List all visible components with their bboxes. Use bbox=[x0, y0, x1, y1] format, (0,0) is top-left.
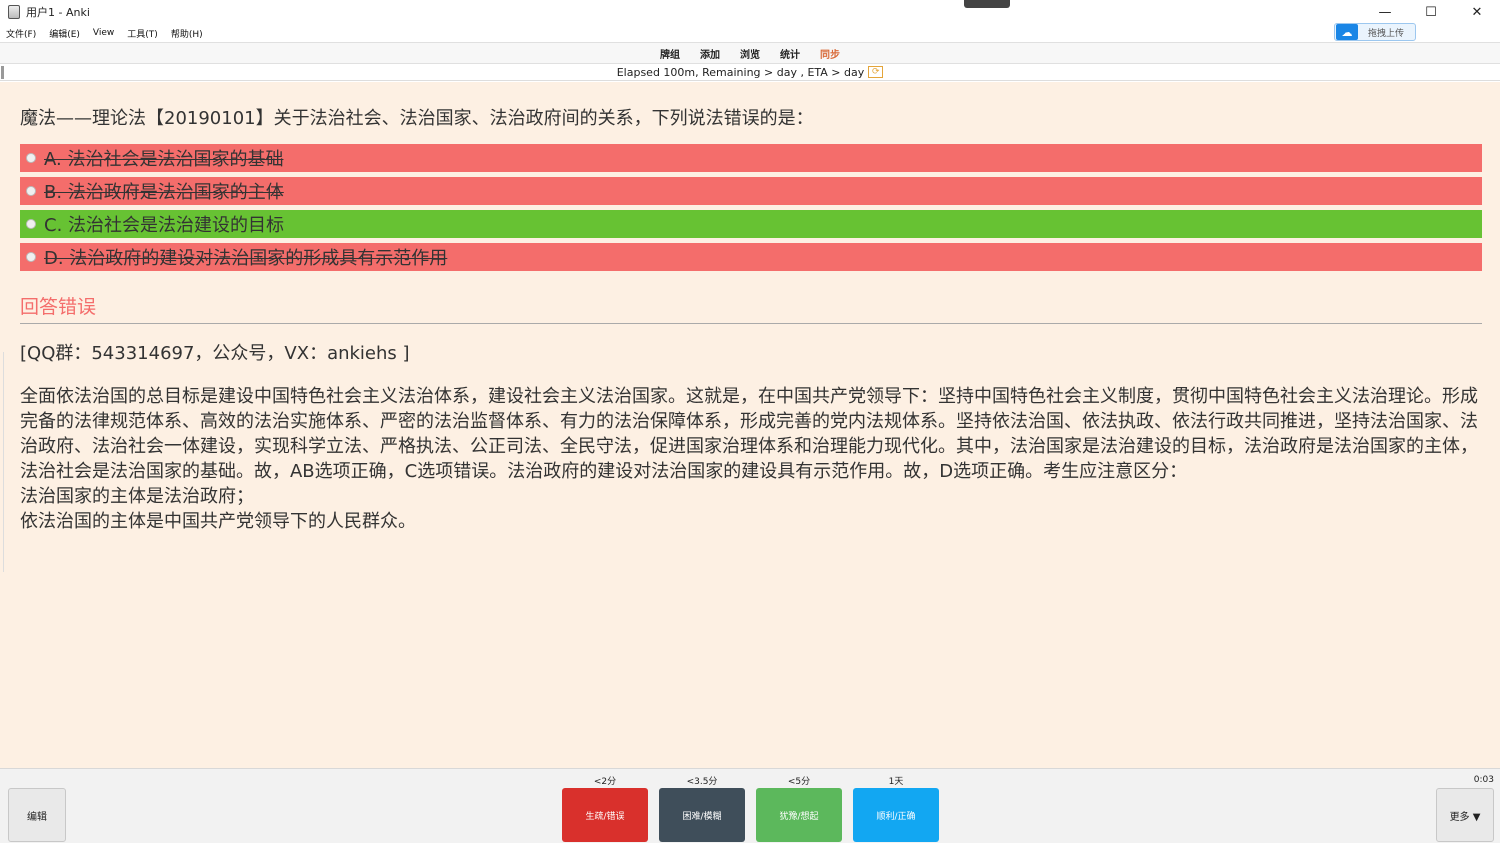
minimize-button[interactable]: — bbox=[1362, 0, 1408, 24]
ease-again-interval: <2分 bbox=[593, 777, 617, 787]
cloud-upload-icon: ☁ bbox=[1336, 24, 1358, 40]
toolbar-add-link[interactable]: 添加 bbox=[700, 46, 720, 61]
progress-text: Elapsed 100m, Remaining > day , ETA > da… bbox=[616, 65, 865, 79]
option-c[interactable]: C. 法治社会是法治建设的目标 bbox=[20, 210, 1482, 238]
progress-indicator bbox=[1, 66, 4, 79]
answer-bottom-bar: 编辑 <2分 生疏/错误 <3.5分 困难/模糊 <5分 犹豫/想起 1天 顺利… bbox=[0, 768, 1500, 843]
explanation-line: 依法治国的主体是中国共产党领导下的人民群众。 bbox=[20, 511, 416, 532]
main-toolbar: 牌组 添加 浏览 统计 同步 bbox=[0, 42, 1500, 64]
window-controls: — ☐ ✕ bbox=[1362, 0, 1500, 24]
radio-icon bbox=[26, 252, 36, 262]
contact-info: [QQ群：543314697，公众号，VX：ankiehs ] bbox=[20, 343, 410, 364]
radio-icon bbox=[26, 153, 36, 163]
toolbar-stats-link[interactable]: 统计 bbox=[780, 46, 800, 61]
option-b-text: B. 法治政府是法治国家的主体 bbox=[44, 182, 284, 203]
left-resize-edge[interactable] bbox=[0, 352, 4, 572]
toolbar-browse-link[interactable]: 浏览 bbox=[740, 46, 760, 61]
radio-icon bbox=[26, 219, 36, 229]
question-text: 魔法——理论法【20190101】关于法治社会、法治国家、法治政府间的关系，下列… bbox=[20, 108, 814, 129]
menu-bar: 文件(F) 编辑(E) View 工具(T) 帮助(H) bbox=[0, 24, 1500, 42]
ease-easy-button[interactable]: 顺利/正确 bbox=[853, 788, 939, 842]
answer-options: A. 法治社会是法治国家的基础 B. 法治政府是法治国家的主体 C. 法治社会是… bbox=[20, 144, 1482, 276]
explanation-text: 全面依法治国的总目标是建设中国特色社会主义法治体系，建设社会主义法治国家。这就是… bbox=[20, 384, 1482, 534]
menu-help[interactable]: 帮助(H) bbox=[171, 27, 203, 40]
window-title: 用户1 - Anki bbox=[26, 6, 90, 19]
ease-hard-button[interactable]: 困难/模糊 bbox=[659, 788, 745, 842]
option-a[interactable]: A. 法治社会是法治国家的基础 bbox=[20, 144, 1482, 172]
toolbar-sync-link[interactable]: 同步 bbox=[820, 46, 840, 61]
refresh-icon[interactable]: ⟳ bbox=[868, 66, 884, 78]
title-bar: 用户1 - Anki — ☐ ✕ bbox=[0, 0, 1500, 24]
window-drag-handle[interactable] bbox=[964, 0, 1010, 8]
close-button[interactable]: ✕ bbox=[1454, 0, 1500, 24]
option-b[interactable]: B. 法治政府是法治国家的主体 bbox=[20, 177, 1482, 205]
option-a-text: A. 法治社会是法治国家的基础 bbox=[44, 149, 284, 170]
edit-button[interactable]: 编辑 bbox=[8, 788, 66, 842]
option-d-text: D. 法治政府的建设对法治国家的形成具有示范作用 bbox=[44, 248, 448, 269]
menu-edit[interactable]: 编辑(E) bbox=[49, 27, 80, 40]
ease-good-interval: <5分 bbox=[787, 777, 811, 787]
option-d[interactable]: D. 法治政府的建设对法治国家的形成具有示范作用 bbox=[20, 243, 1482, 271]
radio-icon bbox=[26, 186, 36, 196]
anki-app-icon bbox=[8, 5, 20, 19]
toolbar-decks-link[interactable]: 牌组 bbox=[660, 46, 680, 61]
card-view: 魔法——理论法【20190101】关于法治社会、法治国家、法治政府间的关系，下列… bbox=[0, 82, 1500, 768]
menu-tools[interactable]: 工具(T) bbox=[127, 27, 158, 40]
ease-again-button[interactable]: 生疏/错误 bbox=[562, 788, 648, 842]
answer-divider bbox=[20, 323, 1482, 324]
more-button[interactable]: 更多 ▼ bbox=[1436, 788, 1494, 842]
upload-label: 拖拽上传 bbox=[1368, 28, 1405, 39]
answer-verdict: 回答错误 bbox=[20, 296, 97, 318]
explanation-line: 法治国家的主体是法治政府； bbox=[20, 486, 254, 507]
drag-upload-button[interactable]: ☁ 拖拽上传 bbox=[1334, 23, 1416, 41]
option-c-text: C. 法治社会是法治建设的目标 bbox=[44, 215, 285, 236]
explanation-paragraph: 全面依法治国的总目标是建设中国特色社会主义法治体系，建设社会主义法治国家。这就是… bbox=[20, 386, 1478, 482]
ease-easy-interval: 1天 bbox=[888, 777, 904, 787]
ease-hard-interval: <3.5分 bbox=[686, 777, 718, 787]
review-progress-bar: Elapsed 100m, Remaining > day , ETA > da… bbox=[0, 64, 1500, 81]
ease-good-button[interactable]: 犹豫/想起 bbox=[756, 788, 842, 842]
maximize-button[interactable]: ☐ bbox=[1408, 0, 1454, 24]
menu-view[interactable]: View bbox=[93, 28, 114, 38]
review-timer: 0:03 bbox=[1473, 775, 1494, 785]
menu-file[interactable]: 文件(F) bbox=[6, 27, 36, 40]
